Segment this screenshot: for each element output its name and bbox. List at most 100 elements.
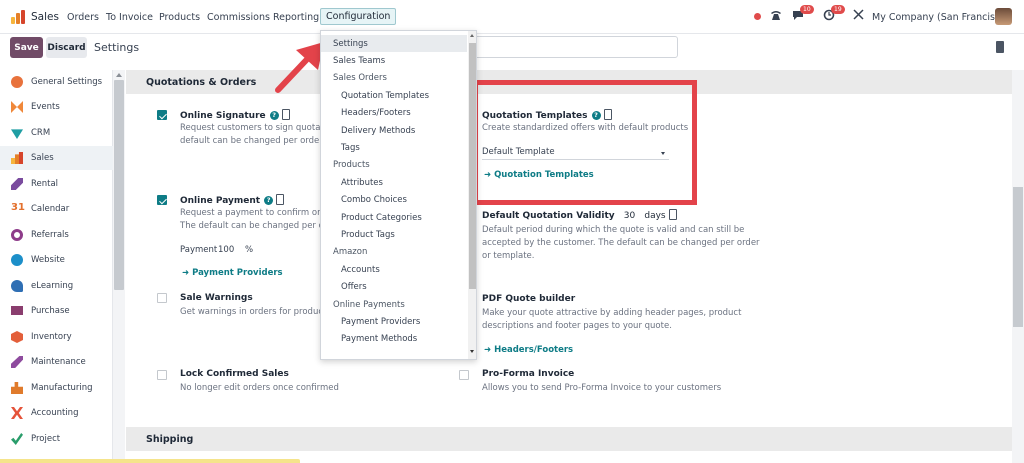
online-signature-desc-1: Request customers to sign quotatio <box>180 123 332 133</box>
building-icon <box>668 209 677 220</box>
settings-sidebar: General Settings Events CRM Sales Rental… <box>0 70 113 463</box>
dropdown-scrollbar[interactable] <box>468 31 476 359</box>
online-payment-label: Online Payment <box>180 196 261 206</box>
scrollbar-thumb[interactable] <box>1013 187 1023 327</box>
content-scrollbar[interactable] <box>1012 70 1024 463</box>
lock-confirmed-checkbox[interactable] <box>157 370 167 380</box>
proforma-title: Pro-Forma Invoice <box>482 369 575 379</box>
menu-to-invoice[interactable]: To Invoice <box>106 12 153 23</box>
user-avatar[interactable] <box>995 8 1012 25</box>
dropdown-section-amazon: Amazon <box>333 247 368 258</box>
sidebar-item-rental[interactable]: Rental <box>0 172 113 196</box>
scrollbar-thumb[interactable] <box>114 80 124 290</box>
scroll-up-icon[interactable] <box>470 34 474 37</box>
sidebar-item-purchase[interactable]: Purchase <box>0 299 113 323</box>
accounting-icon <box>11 407 23 419</box>
sidebar-item-website[interactable]: Website <box>0 248 113 272</box>
payment-percent-input[interactable]: 100 <box>218 245 234 255</box>
pdf-builder-desc-1: Make your quote attractive by adding hea… <box>482 308 742 318</box>
sidebar-item-events[interactable]: Events <box>0 95 113 119</box>
lock-confirmed-desc: No longer edit orders once confirmed <box>180 383 339 393</box>
phone-icon[interactable] <box>770 9 782 21</box>
sidebar-item-inventory[interactable]: Inventory <box>0 325 113 349</box>
sidebar-item-accounting[interactable]: Accounting <box>0 401 113 425</box>
sidebar-item-crm[interactable]: CRM <box>0 121 113 145</box>
sales-app-icon[interactable] <box>11 10 25 24</box>
activity-icon[interactable]: 19 <box>823 5 845 21</box>
page-title: Settings <box>94 41 140 54</box>
search-input[interactable] <box>474 36 678 58</box>
proforma-desc: Allows you to send Pro-Forma Invoice to … <box>482 383 722 393</box>
menu-configuration[interactable]: Configuration <box>320 8 397 25</box>
online-signature-checkbox[interactable] <box>157 110 167 120</box>
menu-commissions[interactable]: Commissions <box>207 12 270 23</box>
sidebar-item-label: Accounting <box>31 408 79 418</box>
menu-products[interactable]: Products <box>159 12 200 23</box>
online-payment-checkbox[interactable] <box>157 195 167 205</box>
bottom-banner <box>0 459 300 463</box>
discard-button[interactable]: Discard <box>46 37 87 58</box>
scroll-down-icon[interactable] <box>470 350 474 353</box>
sidebar-item-general-settings[interactable]: General Settings <box>0 70 113 94</box>
online-payment-desc-2: The default can be changed per ord <box>180 221 333 231</box>
sidebar-item-manufacturing[interactable]: Manufacturing <box>0 376 113 400</box>
save-button[interactable]: Save <box>10 37 43 58</box>
scroll-up-icon[interactable] <box>116 73 122 77</box>
online-signature-desc-2: default can be changed per order o <box>180 136 331 146</box>
sidebar-scrollbar[interactable] <box>113 70 125 463</box>
sidebar-item-maintenance[interactable]: Maintenance <box>0 350 113 374</box>
sidebar-item-referrals[interactable]: Referrals <box>0 223 113 247</box>
app-name[interactable]: Sales <box>31 11 59 23</box>
sidebar-item-sales[interactable]: Sales <box>0 146 113 170</box>
menu-orders[interactable]: Orders <box>67 12 99 23</box>
chat-icon[interactable]: 10 <box>792 5 814 21</box>
sidebar-item-calendar[interactable]: 31 Calendar <box>0 197 113 221</box>
status-dot-icon <box>754 13 761 20</box>
sale-warnings-desc: Get warnings in orders for products <box>180 307 331 317</box>
chat-badge: 10 <box>800 5 814 14</box>
help-icon[interactable]: ? <box>264 196 274 205</box>
dropdown-item-settings[interactable]: Settings <box>321 35 467 52</box>
dropdown-item-delivery-methods[interactable]: Delivery Methods <box>321 122 467 139</box>
scrollbar-thumb[interactable] <box>469 43 476 289</box>
activity-badge: 19 <box>831 5 845 14</box>
validity-days-input[interactable]: 30 <box>624 211 635 221</box>
sale-warnings-checkbox[interactable] <box>157 293 167 303</box>
calendar-icon: 31 <box>11 202 25 213</box>
tools-icon[interactable] <box>853 9 864 20</box>
validity-title: Default Quotation Validity 30 days <box>482 209 677 221</box>
dropdown-item-payment-providers[interactable]: Payment Providers <box>321 313 467 330</box>
payment-providers-link[interactable]: ➜ Payment Providers <box>182 268 283 278</box>
sidebar-item-label: Calendar <box>31 204 70 214</box>
dropdown-item-accounts[interactable]: Accounts <box>321 261 467 278</box>
company-switcher[interactable]: My Company (San Francisco) <box>872 12 1010 23</box>
sidebar-item-label: Inventory <box>31 332 72 342</box>
menu-reporting[interactable]: Reporting <box>273 12 319 23</box>
maintenance-icon <box>11 356 23 368</box>
dropdown-item-tags[interactable]: Tags <box>321 139 467 156</box>
help-icon[interactable]: ? <box>269 111 279 120</box>
sale-warnings-title: Sale Warnings <box>180 293 253 303</box>
dropdown-item-attributes[interactable]: Attributes <box>321 174 467 191</box>
building-icon <box>281 109 290 120</box>
dropdown-item-product-categories[interactable]: Product Categories <box>321 209 467 226</box>
dropdown-item-quotation-templates[interactable]: Quotation Templates <box>321 87 467 104</box>
building-icon <box>276 194 285 205</box>
sidebar-item-project[interactable]: Project <box>0 427 113 451</box>
dropdown-item-sales-teams[interactable]: Sales Teams <box>321 52 467 69</box>
manufacturing-icon <box>11 382 23 394</box>
dropdown-item-payment-methods[interactable]: Payment Methods <box>321 331 467 348</box>
bookmark-icon[interactable] <box>996 41 1004 53</box>
section-shipping: Shipping <box>126 427 1012 451</box>
sidebar-item-label: Events <box>31 102 60 112</box>
online-payment-title: Online Payment? <box>180 194 285 206</box>
sidebar-item-elearning[interactable]: eLearning <box>0 274 113 298</box>
online-payment-desc-1: Request a payment to confirm orde <box>180 208 332 218</box>
dropdown-item-product-tags[interactable]: Product Tags <box>321 226 467 243</box>
dropdown-item-offers[interactable]: Offers <box>321 279 467 296</box>
dropdown-item-combo-choices[interactable]: Combo Choices <box>321 192 467 209</box>
sidebar-item-label: eLearning <box>31 281 74 291</box>
dropdown-item-headers-footers[interactable]: Headers/Footers <box>321 105 467 122</box>
headers-footers-link[interactable]: ➜ Headers/Footers <box>484 345 573 355</box>
proforma-checkbox[interactable] <box>459 370 469 380</box>
